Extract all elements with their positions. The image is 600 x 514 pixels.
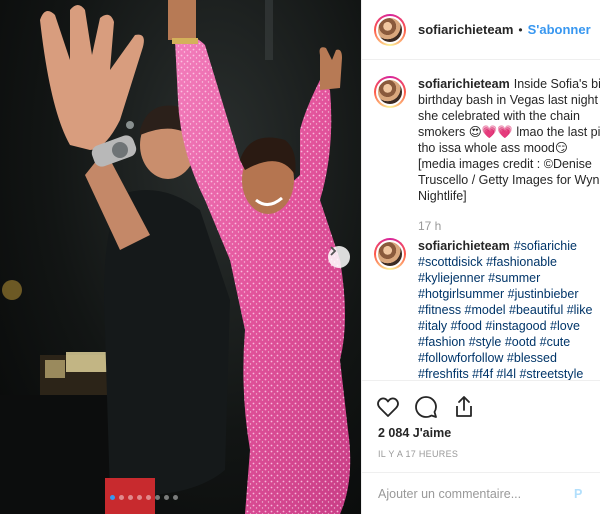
hashtag-line[interactable]: #kyliejenner #summer: [418, 270, 600, 286]
carousel-dot: [155, 495, 160, 500]
share-icon[interactable]: [452, 395, 476, 419]
comment-composer: P: [362, 472, 600, 514]
caption-line: Truscello / Getty Images for Wyn: [418, 173, 600, 187]
hashtag-line[interactable]: #hotgirlsummer #justinbieber: [418, 286, 600, 302]
avatar[interactable]: [374, 238, 406, 270]
post-actions: 2 084 J'aime IL Y A 17 HEURES P: [362, 380, 600, 514]
hashtag-line[interactable]: #followforfollow #blessed: [418, 350, 600, 366]
post-header: sofiarichieteam • S'abonner: [362, 0, 600, 60]
avatar[interactable]: [374, 76, 406, 108]
post-timestamp: IL Y A 17 HEURES: [378, 449, 459, 459]
caption-line: Nightlife]: [418, 189, 467, 203]
hashtag-line[interactable]: #fashion #style #ootd #cute: [418, 334, 600, 350]
caption-timestamp[interactable]: 17 h: [418, 218, 600, 234]
comment-icon[interactable]: [414, 395, 438, 419]
caption-line: [media images credit : ©Denise: [418, 157, 592, 171]
caption-line: smokers 😍💗💗 lmao the last pic: [418, 125, 600, 139]
heart-icon[interactable]: [376, 395, 400, 419]
header-separator: •: [518, 22, 523, 37]
post-photo[interactable]: [0, 0, 361, 514]
caption-line: Inside Sofia's big: [513, 77, 600, 91]
carousel-dot: [128, 495, 133, 500]
carousel-dot: [146, 495, 151, 500]
caption-comment: sofiarichieteam Inside Sofia's big birthd…: [374, 76, 600, 234]
carousel-dot: [137, 495, 142, 500]
caption-line: birthday bash in Vegas last night: [418, 93, 598, 107]
hashtag-line[interactable]: #italy #food #instagood #love: [418, 318, 600, 334]
caption-line: tho issa whole ass mood😏: [418, 141, 568, 155]
carousel-dot: [173, 495, 178, 500]
post-side-panel: sofiarichieteam • S'abonner sofiarichiet…: [361, 0, 600, 514]
caption-line: she celebrated with the chain: [418, 109, 580, 123]
likes-count[interactable]: 2 084 J'aime: [378, 426, 451, 440]
post-comment-button[interactable]: P: [574, 487, 582, 501]
next-slide-button[interactable]: [328, 246, 350, 268]
hashtag-line[interactable]: #sofiarichie: [514, 239, 577, 253]
carousel-indicator: [110, 495, 178, 500]
hashtag-line[interactable]: #fitness #model #beautiful #like: [418, 302, 600, 318]
caption-body: sofiarichieteam Inside Sofia's big birthd…: [418, 76, 600, 234]
follow-button[interactable]: S'abonner: [528, 22, 591, 37]
carousel-dot: [119, 495, 124, 500]
header-username[interactable]: sofiarichieteam: [418, 22, 513, 37]
hashtags-comment: sofiarichieteam #sofiarichie #scottdisick…: [374, 238, 600, 382]
chevron-right-icon: [330, 246, 337, 256]
avatar[interactable]: [374, 13, 406, 46]
comment-username[interactable]: sofiarichieteam: [418, 239, 510, 253]
hashtag-line[interactable]: #scottdisick #fashionable: [418, 254, 600, 270]
hashtags-body: sofiarichieteam #sofiarichie #scottdisick…: [418, 238, 600, 382]
party-photo-illustration: [0, 0, 351, 514]
caption-username[interactable]: sofiarichieteam: [418, 77, 510, 91]
carousel-dot: [110, 495, 115, 500]
carousel-dot: [164, 495, 169, 500]
action-icons: [376, 395, 476, 419]
comment-input[interactable]: [378, 487, 568, 501]
